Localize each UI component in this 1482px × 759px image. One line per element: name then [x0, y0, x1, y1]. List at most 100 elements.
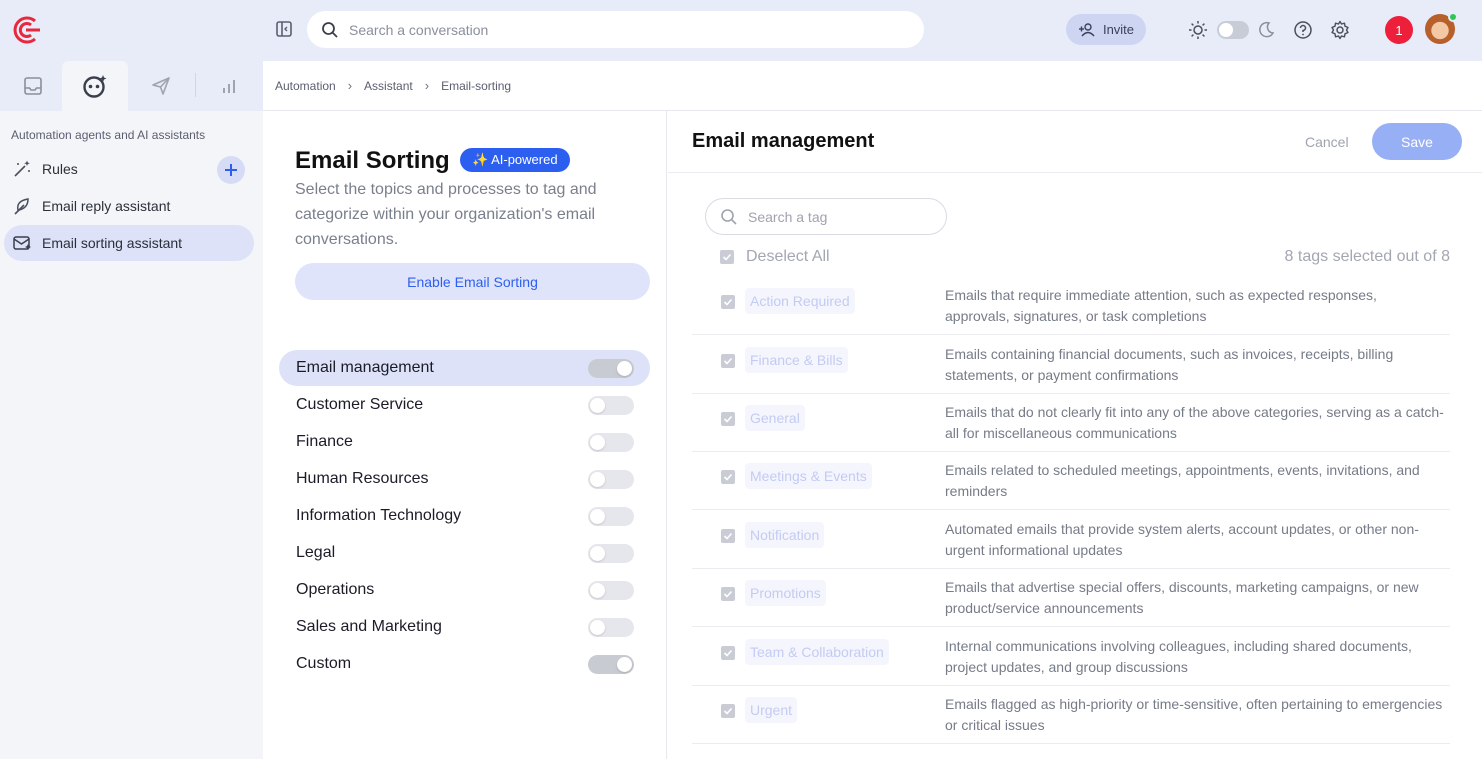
sidebar-item-label: Email sorting assistant	[42, 235, 183, 251]
tag-row: Urgent Emails flagged as high-priority o…	[692, 686, 1450, 744]
tag-chip: Promotions	[745, 580, 826, 606]
sidebar-item-label: Email reply assistant	[42, 198, 171, 214]
category-information-technology[interactable]: Information Technology	[279, 498, 650, 534]
category-sales-and-marketing[interactable]: Sales and Marketing	[279, 609, 650, 645]
theme-toggle[interactable]	[1217, 21, 1249, 39]
breadcrumb-automation[interactable]: Automation	[275, 79, 336, 93]
tab-automation[interactable]	[62, 61, 128, 111]
deselect-all-checkbox[interactable]	[720, 250, 734, 264]
moon-icon[interactable]	[1256, 20, 1276, 40]
breadcrumb-email-sorting: Email-sorting	[441, 78, 512, 93]
tag-checkbox[interactable]	[721, 354, 735, 368]
search-icon	[322, 21, 338, 38]
tag-row: Promotions Emails that advertise special…	[692, 569, 1450, 627]
tag-description: Emails that advertise special offers, di…	[945, 579, 1419, 616]
tag-checkbox[interactable]	[721, 470, 735, 484]
tag-row: General Emails that do not clearly fit i…	[692, 394, 1450, 452]
tag-chip: Team & Collaboration	[745, 639, 889, 665]
breadcrumb-assistant[interactable]: Assistant	[364, 79, 413, 93]
tag-chip: Meetings & Events	[745, 463, 872, 489]
tag-row: Meetings & Events Emails related to sche…	[692, 452, 1450, 510]
tag-row: Finance & Bills Emails containing financ…	[692, 336, 1450, 394]
sidebar-tabs	[0, 61, 263, 111]
tag-description: Emails containing financial documents, s…	[945, 346, 1394, 383]
tag-management-panel: Email management Cancel Save Search a ta…	[668, 111, 1482, 759]
inbox-icon	[24, 77, 42, 95]
tag-description: Automated emails that provide system ale…	[945, 521, 1419, 558]
collapse-sidebar-icon[interactable]	[274, 19, 294, 39]
notification-badge[interactable]: 1	[1385, 16, 1413, 44]
online-status-dot	[1448, 12, 1458, 22]
category-toggle[interactable]	[588, 359, 634, 378]
tag-row: Notification Automated emails that provi…	[692, 511, 1450, 569]
category-toggle[interactable]	[588, 433, 634, 452]
ai-powered-badge: ✨ AI-powered	[460, 148, 570, 172]
category-label: Sales and Marketing	[296, 618, 442, 635]
category-toggle[interactable]	[588, 618, 634, 637]
tag-checkbox[interactable]	[721, 704, 735, 718]
category-toggle[interactable]	[588, 544, 634, 563]
left-sidebar: Automation agents and AI assistants Rule…	[0, 61, 263, 759]
tag-chip: Urgent	[745, 697, 798, 723]
category-human-resources[interactable]: Human Resources	[279, 461, 650, 497]
save-button[interactable]: Save	[1372, 123, 1462, 160]
tag-chip: Action Required	[745, 288, 855, 314]
chevron-right-icon: ›	[347, 78, 353, 93]
tab-analytics[interactable]	[196, 61, 262, 111]
category-toggle[interactable]	[588, 507, 634, 526]
tag-row: Team & Collaboration Internal communicat…	[692, 628, 1450, 686]
gear-icon[interactable]	[1329, 19, 1351, 41]
cancel-button[interactable]: Cancel	[1305, 134, 1349, 150]
page-description: Select the topics and processes to tag a…	[295, 181, 597, 248]
magic-wand-icon	[14, 160, 30, 177]
category-toggle[interactable]	[588, 581, 634, 600]
sidebar-item-email-sorting[interactable]: Email sorting assistant	[4, 225, 254, 261]
invite-button[interactable]: Invite	[1066, 14, 1146, 45]
category-operations[interactable]: Operations	[279, 572, 650, 608]
deselect-all-label[interactable]: Deselect All	[746, 248, 830, 266]
category-label: Legal	[296, 544, 336, 561]
conversation-search-input[interactable]: Search a conversation	[307, 11, 924, 48]
category-toggle[interactable]	[588, 655, 634, 674]
app-logo-icon[interactable]	[11, 14, 43, 46]
category-custom[interactable]: Custom	[279, 646, 650, 682]
category-label: Human Resources	[296, 470, 429, 487]
robot-icon	[83, 75, 107, 98]
enable-email-sorting-button[interactable]: Enable Email Sorting	[295, 263, 650, 300]
tag-checkbox[interactable]	[721, 295, 735, 309]
top-bar: Search a conversation Invite 1	[0, 0, 1482, 61]
tag-checkbox[interactable]	[721, 412, 735, 426]
category-toggle[interactable]	[588, 470, 634, 489]
tag-checkbox[interactable]	[721, 529, 735, 543]
tag-description: Emails flagged as high-priority or time-…	[945, 696, 1443, 733]
tag-row: Action Required Emails that require imme…	[692, 277, 1450, 335]
tab-inbox[interactable]	[0, 61, 66, 111]
bar-chart-icon	[223, 80, 235, 93]
category-label: Custom	[296, 655, 352, 672]
tag-chip: Notification	[745, 522, 825, 548]
tag-search-input[interactable]: Search a tag	[705, 198, 947, 235]
sun-icon[interactable]	[1187, 19, 1209, 41]
tab-campaigns[interactable]	[128, 61, 194, 111]
add-rule-button[interactable]	[217, 156, 245, 184]
email-sorting-panel: Email Sorting ✨ AI-powered Select the to…	[263, 111, 667, 759]
category-label: Email management	[296, 359, 434, 376]
category-label: Finance	[296, 433, 353, 450]
sidebar-item-label: Rules	[42, 161, 78, 177]
category-customer-service[interactable]: Customer Service	[279, 387, 650, 423]
category-finance[interactable]: Finance	[279, 424, 650, 460]
tag-checkbox[interactable]	[721, 646, 735, 660]
tag-description: Emails that require immediate attention,…	[945, 287, 1377, 324]
tag-chip: Finance & Bills	[745, 347, 848, 373]
tag-description: Emails related to scheduled meetings, ap…	[945, 462, 1420, 499]
category-toggle[interactable]	[588, 396, 634, 415]
category-legal[interactable]: Legal	[279, 535, 650, 571]
category-email-management[interactable]: Email management	[279, 350, 650, 386]
tag-chip: General	[745, 405, 805, 431]
feather-icon	[14, 198, 29, 215]
tag-checkbox[interactable]	[721, 587, 735, 601]
sidebar-item-email-reply[interactable]: Email reply assistant	[4, 188, 254, 224]
help-icon[interactable]	[1292, 19, 1314, 41]
plus-icon	[225, 164, 237, 176]
breadcrumb: Automation › Assistant › Email-sorting	[263, 61, 1482, 111]
